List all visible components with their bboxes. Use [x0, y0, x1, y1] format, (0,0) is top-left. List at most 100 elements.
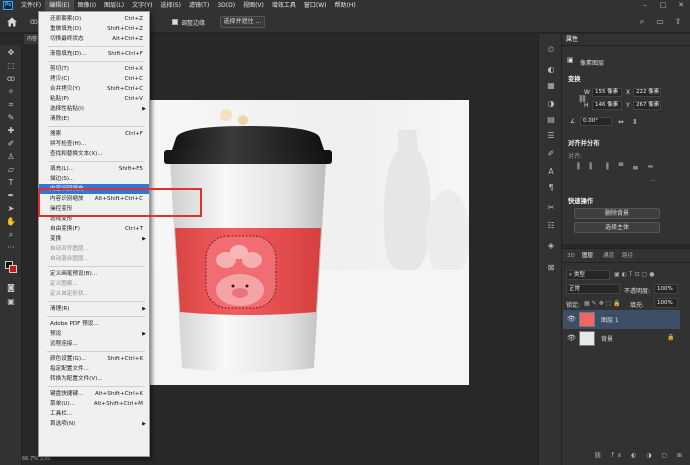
menu-item[interactable]: 清理(R) ▶	[39, 304, 149, 314]
tab-paths[interactable]: 路径	[622, 252, 633, 261]
menu-layer[interactable]: 图层(L)	[100, 0, 128, 11]
width-field[interactable]: 155 像素	[592, 88, 622, 97]
blend-mode-select[interactable]: 正常	[566, 284, 620, 294]
magic-wand-icon[interactable]: ✧	[4, 86, 18, 97]
menu-item[interactable]: 拼写检查(H)...	[39, 139, 149, 149]
menu-plugins[interactable]: 增效工具	[268, 0, 300, 11]
flip-vertical-icon[interactable]: ⇕	[632, 118, 638, 126]
lock-icons[interactable]: ▦✎✥⬚🔒	[584, 300, 623, 307]
pen-tool-icon[interactable]: ✒	[4, 190, 18, 201]
menu-item[interactable]: 键盘快捷键... Alt+Shift+Ctrl+K	[39, 389, 149, 399]
menu-filter[interactable]: 滤镜(T)	[185, 0, 213, 11]
character-icon[interactable]: A	[545, 166, 557, 178]
zoom-tool-icon[interactable]: ⌕	[4, 229, 18, 240]
menu-item[interactable]: 首选项(N) ▶	[39, 419, 149, 429]
menu-item[interactable]: 菜单(U)... Alt+Shift+Ctrl+M	[39, 399, 149, 409]
opacity-field[interactable]: 100%	[654, 284, 678, 294]
background-color-swatch[interactable]	[9, 265, 17, 273]
x-field[interactable]: 222 像素	[633, 88, 661, 97]
link-icon[interactable]: ⛓	[578, 95, 587, 103]
menu-item[interactable]: 填充(L)... Shift+F5	[39, 164, 149, 174]
sliders-icon[interactable]: ☰	[545, 130, 557, 142]
refine-edge-checkbox[interactable]	[172, 19, 178, 25]
search-icon[interactable]: ⌕	[636, 16, 648, 28]
menu-help[interactable]: 帮助(H)	[331, 0, 360, 11]
menu-item[interactable]: 粘贴(P) Ctrl+V	[39, 94, 149, 104]
menu-item[interactable]: 描边(S)...	[39, 174, 149, 184]
tab-properties[interactable]: 属性	[566, 35, 578, 45]
menu-item[interactable]: 搜索 Ctrl+F	[39, 129, 149, 139]
menu-3d[interactable]: 3D(D)	[213, 0, 239, 11]
menu-item[interactable]: Adobe PDF 预设...	[39, 319, 149, 329]
brush-settings-icon[interactable]: ✐	[545, 148, 557, 160]
menu-image[interactable]: 图像(I)	[74, 0, 100, 11]
stamp-tool-icon[interactable]: ♙	[4, 151, 18, 162]
menu-item[interactable]: 变换 ▶	[39, 234, 149, 244]
menu-item[interactable]: 指定配置文件...	[39, 364, 149, 374]
menu-edit[interactable]: 编辑(E)	[45, 0, 74, 11]
align-buttons[interactable]: ▐ ▌ ▐ ▀ ▄ ▬	[575, 163, 657, 170]
quick-actions-heading[interactable]: 快速操作	[568, 196, 593, 205]
filter-icons[interactable]: ▣◐T⊡▢●	[614, 271, 657, 278]
document-image[interactable]	[148, 100, 469, 385]
menu-item[interactable]: 重做填充(O) Shift+Ctrl+Z	[39, 24, 149, 34]
menu-view[interactable]: 视图(V)	[239, 0, 268, 11]
menu-type[interactable]: 文字(Y)	[128, 0, 156, 11]
lasso-tool-icon[interactable]: ꝏ	[4, 73, 18, 84]
zoom-level[interactable]: 66.7%	[22, 456, 38, 462]
menu-item[interactable]: 清除(E)	[39, 114, 149, 124]
quick-mask-icon[interactable]: ◙	[4, 282, 18, 293]
layer-row[interactable]: 👁 背景 🔒	[563, 329, 680, 348]
menu-item[interactable]: 远程连接...	[39, 339, 149, 349]
layer-filter-select[interactable]: ⌕ 类型	[566, 270, 610, 280]
menu-item[interactable]: 预设 ▶	[39, 329, 149, 339]
tab-3d[interactable]: 3D	[567, 252, 575, 261]
gradient-icon[interactable]: ▤	[545, 114, 557, 126]
menu-file[interactable]: 文件(F)	[17, 0, 45, 11]
y-field[interactable]: 267 像素	[633, 101, 661, 110]
select-subject-button[interactable]: 选择主体	[574, 222, 660, 233]
remove-background-button[interactable]: 删除背景	[574, 208, 660, 219]
fill-field[interactable]: 100%	[654, 298, 678, 308]
menu-item[interactable]: 查找和替换文本(X)...	[39, 149, 149, 159]
screen-mode-icon[interactable]: ▣	[4, 296, 18, 307]
history-icon[interactable]: ⏲	[545, 44, 557, 56]
visibility-eye-icon[interactable]: 👁	[567, 334, 576, 342]
marquee-tool-icon[interactable]: ⬚	[4, 60, 18, 71]
menu-item[interactable]: 工具栏...	[39, 409, 149, 419]
move-tool-icon[interactable]: ✥	[4, 47, 18, 58]
type-tool-icon[interactable]: T	[4, 177, 18, 188]
paragraph-icon[interactable]: ¶	[545, 182, 557, 194]
menu-select[interactable]: 选择(S)	[156, 0, 185, 11]
transform-heading[interactable]: 变换	[568, 74, 581, 83]
layer-row[interactable]: 👁 图层 1	[563, 310, 680, 329]
libraries-icon[interactable]: ☷	[545, 220, 557, 232]
select-and-mask-button[interactable]: 选择并遮住 ...	[220, 16, 265, 28]
navigator-icon[interactable]: ⊠	[545, 262, 557, 274]
3d-icon[interactable]: ◈	[545, 240, 557, 252]
menu-item[interactable]: 合并拷贝(Y) Shift+Ctrl+C	[39, 84, 149, 94]
layer-action-icons[interactable]: ⛓ fx ◐ ◑ ▢ ⊞ 🗑	[594, 452, 690, 459]
menu-item[interactable]: 剪切(T) Ctrl+X	[39, 64, 149, 74]
minimize-icon[interactable]: –	[636, 0, 654, 11]
menu-item[interactable]: 拷贝(C) Ctrl+C	[39, 74, 149, 84]
maximize-icon[interactable]: □	[654, 0, 672, 11]
menu-item[interactable]: 渐隐填充(D)... Shift+Ctrl+F	[39, 49, 149, 59]
menu-item[interactable]: 定义画笔预设(B)...	[39, 269, 149, 279]
align-distribute-heading[interactable]: 对齐并分布	[568, 138, 599, 147]
angle-field[interactable]: 0.00°	[580, 117, 612, 126]
healing-brush-icon[interactable]: ✚	[4, 125, 18, 136]
home-icon[interactable]	[6, 16, 18, 28]
menu-item[interactable]: 还原套索(O) Ctrl+Z	[39, 14, 149, 24]
menu-item[interactable]: 转换为配置文件(V)...	[39, 374, 149, 384]
brush-tool-icon[interactable]: ✐	[4, 138, 18, 149]
menu-item[interactable]: 自由变换(F) Ctrl+T	[39, 224, 149, 234]
hand-tool-icon[interactable]: ✋	[4, 216, 18, 227]
more-tools-icon[interactable]: ···	[4, 242, 18, 253]
path-select-icon[interactable]: ➤	[4, 203, 18, 214]
eraser-icon[interactable]: ▱	[4, 164, 18, 175]
adjustments-icon[interactable]: ◑	[545, 98, 557, 110]
visibility-eye-icon[interactable]: 👁	[567, 315, 576, 323]
tools-icon[interactable]: ✂	[545, 202, 557, 214]
menu-item[interactable]: 切换最终状态 Alt+Ctrl+Z	[39, 34, 149, 44]
